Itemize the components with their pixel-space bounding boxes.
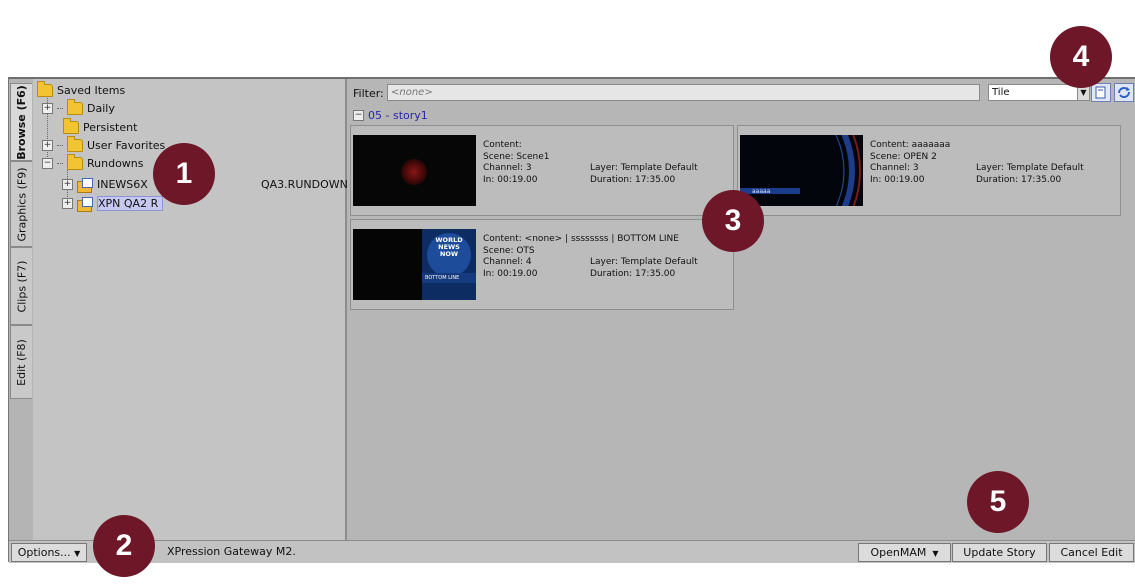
cancel-edit-button[interactable]: Cancel Edit <box>1049 543 1134 562</box>
story-group-header[interactable]: − 05 - story1 <box>353 109 428 122</box>
callout-marker: 5 <box>967 471 1029 533</box>
item-channel: Channel: 3 <box>870 163 919 173</box>
item-scene: Scene: OTS <box>483 245 535 256</box>
item-layer: Layer: Template Default <box>976 163 1084 173</box>
filter-input[interactable]: <none> <box>387 84 980 101</box>
tab-browse[interactable]: Browse (F6) <box>10 83 32 161</box>
tree-item-label: Persistent <box>83 120 138 134</box>
folder-icon <box>67 135 83 152</box>
callout-marker: 4 <box>1050 26 1112 88</box>
item-scene: Scene: Scene1 <box>483 151 550 162</box>
tree-item-saved-items[interactable]: Saved Items <box>37 80 126 98</box>
thumbnail-text: aaaaa <box>752 188 771 195</box>
item-duration: Duration: 17:35.00 <box>976 174 1062 185</box>
rundown-icon <box>77 196 93 212</box>
item-scene: Scene: OPEN 2 <box>870 151 937 162</box>
tree-item-user-favorites[interactable]: + User Favorites <box>42 135 166 153</box>
item-content: Content: <box>483 140 522 150</box>
vertical-tab-bar: Browse (F6) Graphics (F9) Clips (F7) Edi… <box>9 79 34 540</box>
tab-clips[interactable]: Clips (F7) <box>10 247 32 325</box>
callout-marker: 2 <box>93 515 155 577</box>
tree-connector <box>57 162 63 164</box>
item-in-time: In: 00:19.00 <box>870 174 925 185</box>
cancel-edit-button-label: Cancel Edit <box>1060 546 1123 559</box>
filter-label: Filter: <box>353 87 384 100</box>
expand-icon[interactable]: + <box>42 139 53 151</box>
collapse-icon[interactable]: − <box>353 110 364 121</box>
rundown-icon <box>77 177 93 193</box>
tree-item-daily[interactable]: + Daily <box>42 98 115 116</box>
story-item-card[interactable]: Content: Scene: Scene1 Channel: 3 In: 00… <box>350 125 734 216</box>
tab-graphics[interactable]: Graphics (F9) <box>10 161 32 247</box>
view-mode-select[interactable]: Tile <box>988 84 1078 101</box>
story-item-card[interactable]: aaaaa Content: aaaaaaa Scene: OPEN 2 Cha… <box>737 125 1121 216</box>
chevron-down-icon: ▼ <box>74 549 81 558</box>
folder-icon <box>67 98 83 115</box>
refresh-icon[interactable] <box>1114 83 1134 102</box>
tree-item-label: Saved Items <box>57 83 126 97</box>
thumbnail-subtitle: BOTTOM LINE <box>425 275 460 281</box>
expand-icon[interactable]: + <box>62 178 73 190</box>
tab-edit[interactable]: Edit (F8) <box>10 325 32 399</box>
tree-item-persistent[interactable]: Persistent <box>63 117 138 135</box>
tab-edit-label: Edit (F8) <box>15 338 28 386</box>
tree-item-label: User Favorites <box>87 138 166 152</box>
callout-marker: 3 <box>702 190 764 252</box>
item-thumbnail <box>353 135 476 206</box>
collapse-icon[interactable]: − <box>42 157 53 169</box>
openmam-button[interactable]: OpenMAM ▼ <box>858 543 951 562</box>
tree-item-label-selected: XPN QA2 R <box>97 195 164 211</box>
options-button[interactable]: Options... ▼ <box>11 543 87 562</box>
folder-icon <box>37 80 53 97</box>
tree-item-label: INEWS6X <box>97 177 148 191</box>
folder-icon <box>67 153 83 170</box>
options-button-label: Options... <box>17 546 71 559</box>
tree-item-xpn-rundown[interactable]: + XPN QA2 R <box>62 195 164 212</box>
story-group-label: 05 - story1 <box>368 109 428 122</box>
openmam-button-label: OpenMAM <box>870 546 927 559</box>
item-channel: Channel: 3 <box>483 163 532 173</box>
chevron-down-icon: ▼ <box>929 549 939 558</box>
tree-item-inews-rundown[interactable]: + INEWS6X <box>62 176 148 193</box>
filter-bar: Filter: <none> Tile ▼ <box>347 83 1135 103</box>
tree-item-label: QA3.RUNDOWN <box>261 177 348 191</box>
expand-icon[interactable]: + <box>62 197 73 209</box>
tree-item-label: Rundowns <box>87 156 144 170</box>
item-thumbnail: WORLD NEWS NOW BOTTOM LINE <box>353 229 476 300</box>
tree-item-rundowns[interactable]: − Rundowns <box>42 153 144 171</box>
story-item-card[interactable]: WORLD NEWS NOW BOTTOM LINE Content: <non… <box>350 219 734 310</box>
folder-icon <box>63 117 79 134</box>
update-story-button[interactable]: Update Story <box>952 543 1047 562</box>
content-pane: Filter: <none> Tile ▼ − 05 - story1 Cont… <box>347 79 1135 540</box>
item-content: Content: <none> | ssssssss | BOTTOM LINE <box>483 234 679 244</box>
item-layer: Layer: Template Default <box>590 163 698 173</box>
tab-graphics-label: Graphics (F9) <box>15 167 29 241</box>
item-duration: Duration: 17:35.00 <box>590 174 676 185</box>
tree-connector <box>57 144 63 146</box>
tree-item-label: Daily <box>87 101 115 115</box>
expand-icon[interactable]: + <box>42 102 53 114</box>
item-content: Content: aaaaaaa <box>870 140 951 150</box>
update-story-button-label: Update Story <box>963 546 1036 559</box>
item-thumbnail: aaaaa <box>740 135 863 206</box>
callout-marker: 1 <box>153 143 215 205</box>
tab-browse-label: Browse (F6) <box>15 84 28 160</box>
thumbnail-title: WORLD NEWS NOW <box>435 236 463 258</box>
tree-connector <box>57 107 63 109</box>
tree-item-label-suffix: QA3.RUNDOWN <box>261 176 348 192</box>
bottom-toolbar: Options... ▼ XPression Gateway M2. OpenM… <box>9 540 1135 563</box>
tab-clips-label: Clips (F7) <box>15 260 29 312</box>
item-in-time: In: 00:19.00 <box>483 174 538 185</box>
item-layer: Layer: Template Default <box>590 257 698 267</box>
item-duration: Duration: 17:35.00 <box>590 268 676 279</box>
page-view-icon[interactable] <box>1091 83 1111 102</box>
status-text: XPression Gateway M2. <box>167 545 296 558</box>
